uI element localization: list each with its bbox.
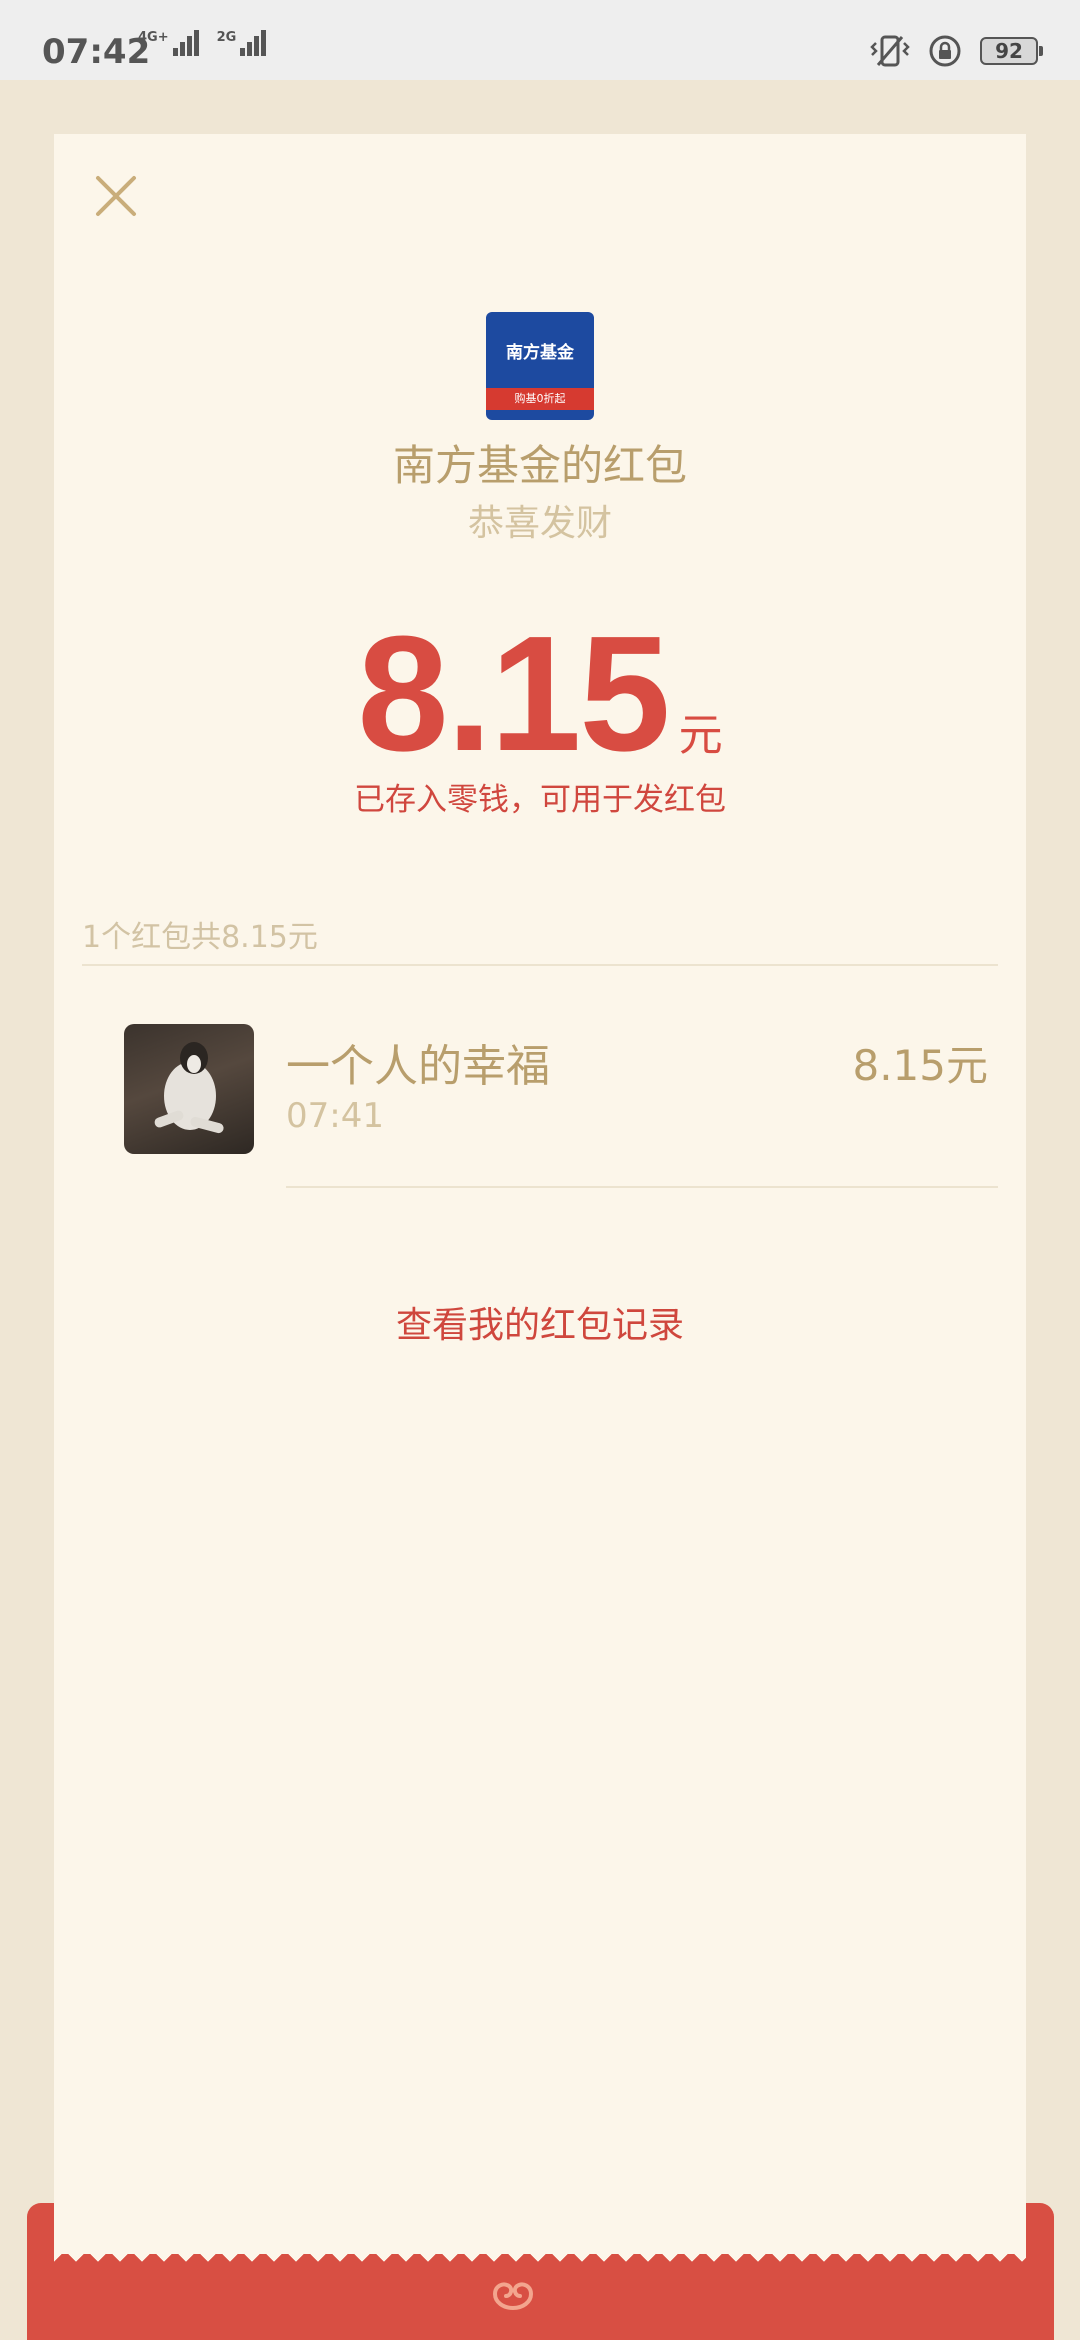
signal-group: 4G+ 2G (138, 30, 267, 56)
battery-icon: 92 (980, 37, 1043, 65)
close-icon[interactable] (92, 172, 140, 220)
packet-summary: 1个红包共8.15元 (82, 920, 318, 955)
envelope-emblem-icon (492, 2282, 534, 2310)
sender-logo: 南方基金 购基0折起 (486, 312, 594, 420)
divider (82, 964, 998, 966)
card-edge (54, 2240, 1026, 2262)
stored-to-wallet-note[interactable]: 已存入零钱，可用于发红包 (0, 774, 1080, 819)
dog-photo-icon (154, 1042, 224, 1134)
receiver-record[interactable]: 一个人的幸福 07:41 8.15元 (124, 1024, 998, 1188)
view-history-link[interactable]: 查看我的红包记录 (0, 1296, 1080, 1348)
amount-value: 8.15 (357, 602, 670, 785)
status-time: 07:42 (42, 32, 151, 72)
signal-4g-icon: 4G+ (138, 30, 199, 56)
vibrate-icon (870, 35, 910, 67)
amount-unit: 元 (678, 710, 723, 761)
receiver-name: 一个人的幸福 (286, 1041, 550, 1092)
packet-title: 南方基金的红包 (392, 441, 687, 490)
status-icons: 92 (870, 34, 1043, 68)
amount-display: 8.15 元 (0, 600, 1080, 788)
signal-2g-icon: 2G (217, 30, 267, 56)
status-bar: 07:42 4G+ 2G 92 (0, 0, 1080, 80)
rotation-lock-icon (929, 35, 961, 67)
packet-wish: 恭喜发财 (467, 503, 612, 544)
receive-amount: 8.15元 (852, 1041, 988, 1090)
receive-time: 07:41 (286, 1096, 384, 1136)
divider (286, 1186, 998, 1188)
avatar (124, 1024, 254, 1154)
